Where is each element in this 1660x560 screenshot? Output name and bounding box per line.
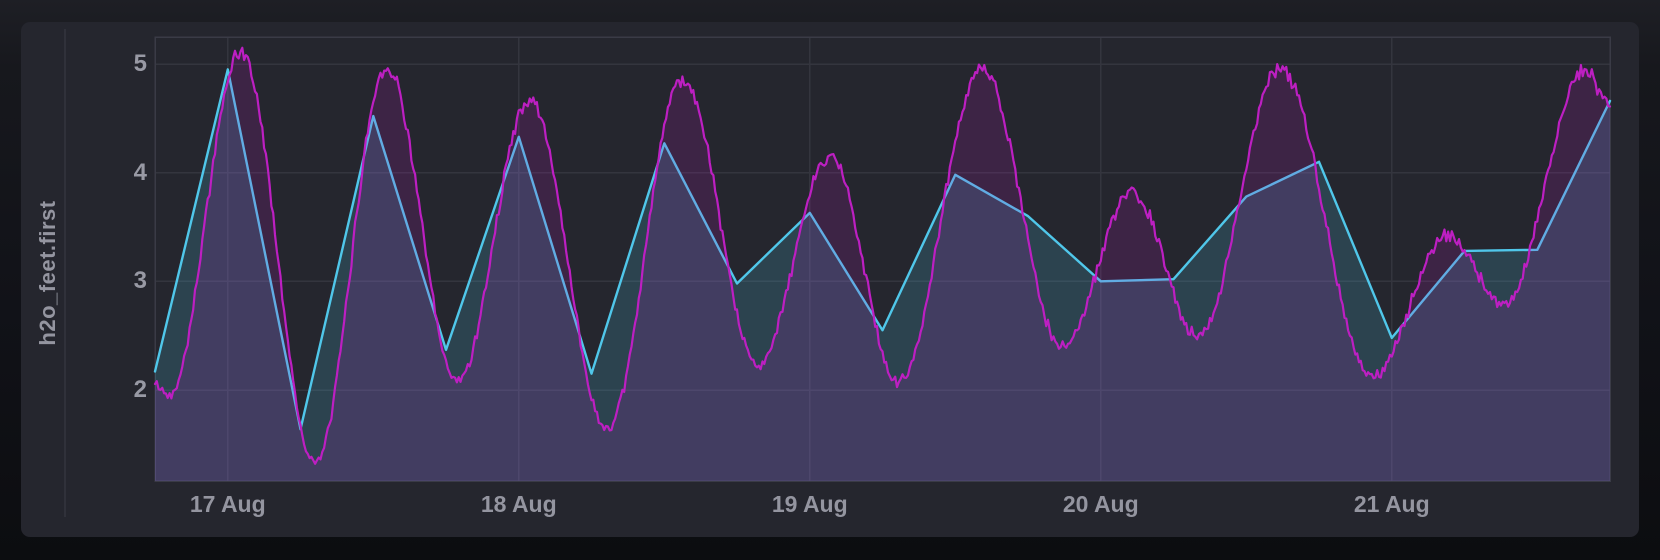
y-tick-label: 2 (59, 376, 147, 404)
plot-area[interactable] (155, 37, 1610, 481)
x-tick-label: 21 Aug (1322, 490, 1462, 518)
y-tick-label: 3 (59, 267, 147, 295)
y-axis-title: h2o_feet.first (35, 200, 61, 345)
page-root: h2o_feet.first 2 3 4 5 17 Aug 18 Aug 19 Aug 20 … (0, 0, 1660, 560)
y-tick-label: 4 (59, 159, 147, 187)
x-tick-label: 20 Aug (1031, 490, 1171, 518)
x-tick-label: 19 Aug (740, 490, 880, 518)
y-tick-label: 5 (59, 50, 147, 78)
time-series-chart[interactable] (0, 0, 1660, 560)
x-tick-label: 18 Aug (449, 490, 589, 518)
x-tick-label: 17 Aug (158, 490, 298, 518)
